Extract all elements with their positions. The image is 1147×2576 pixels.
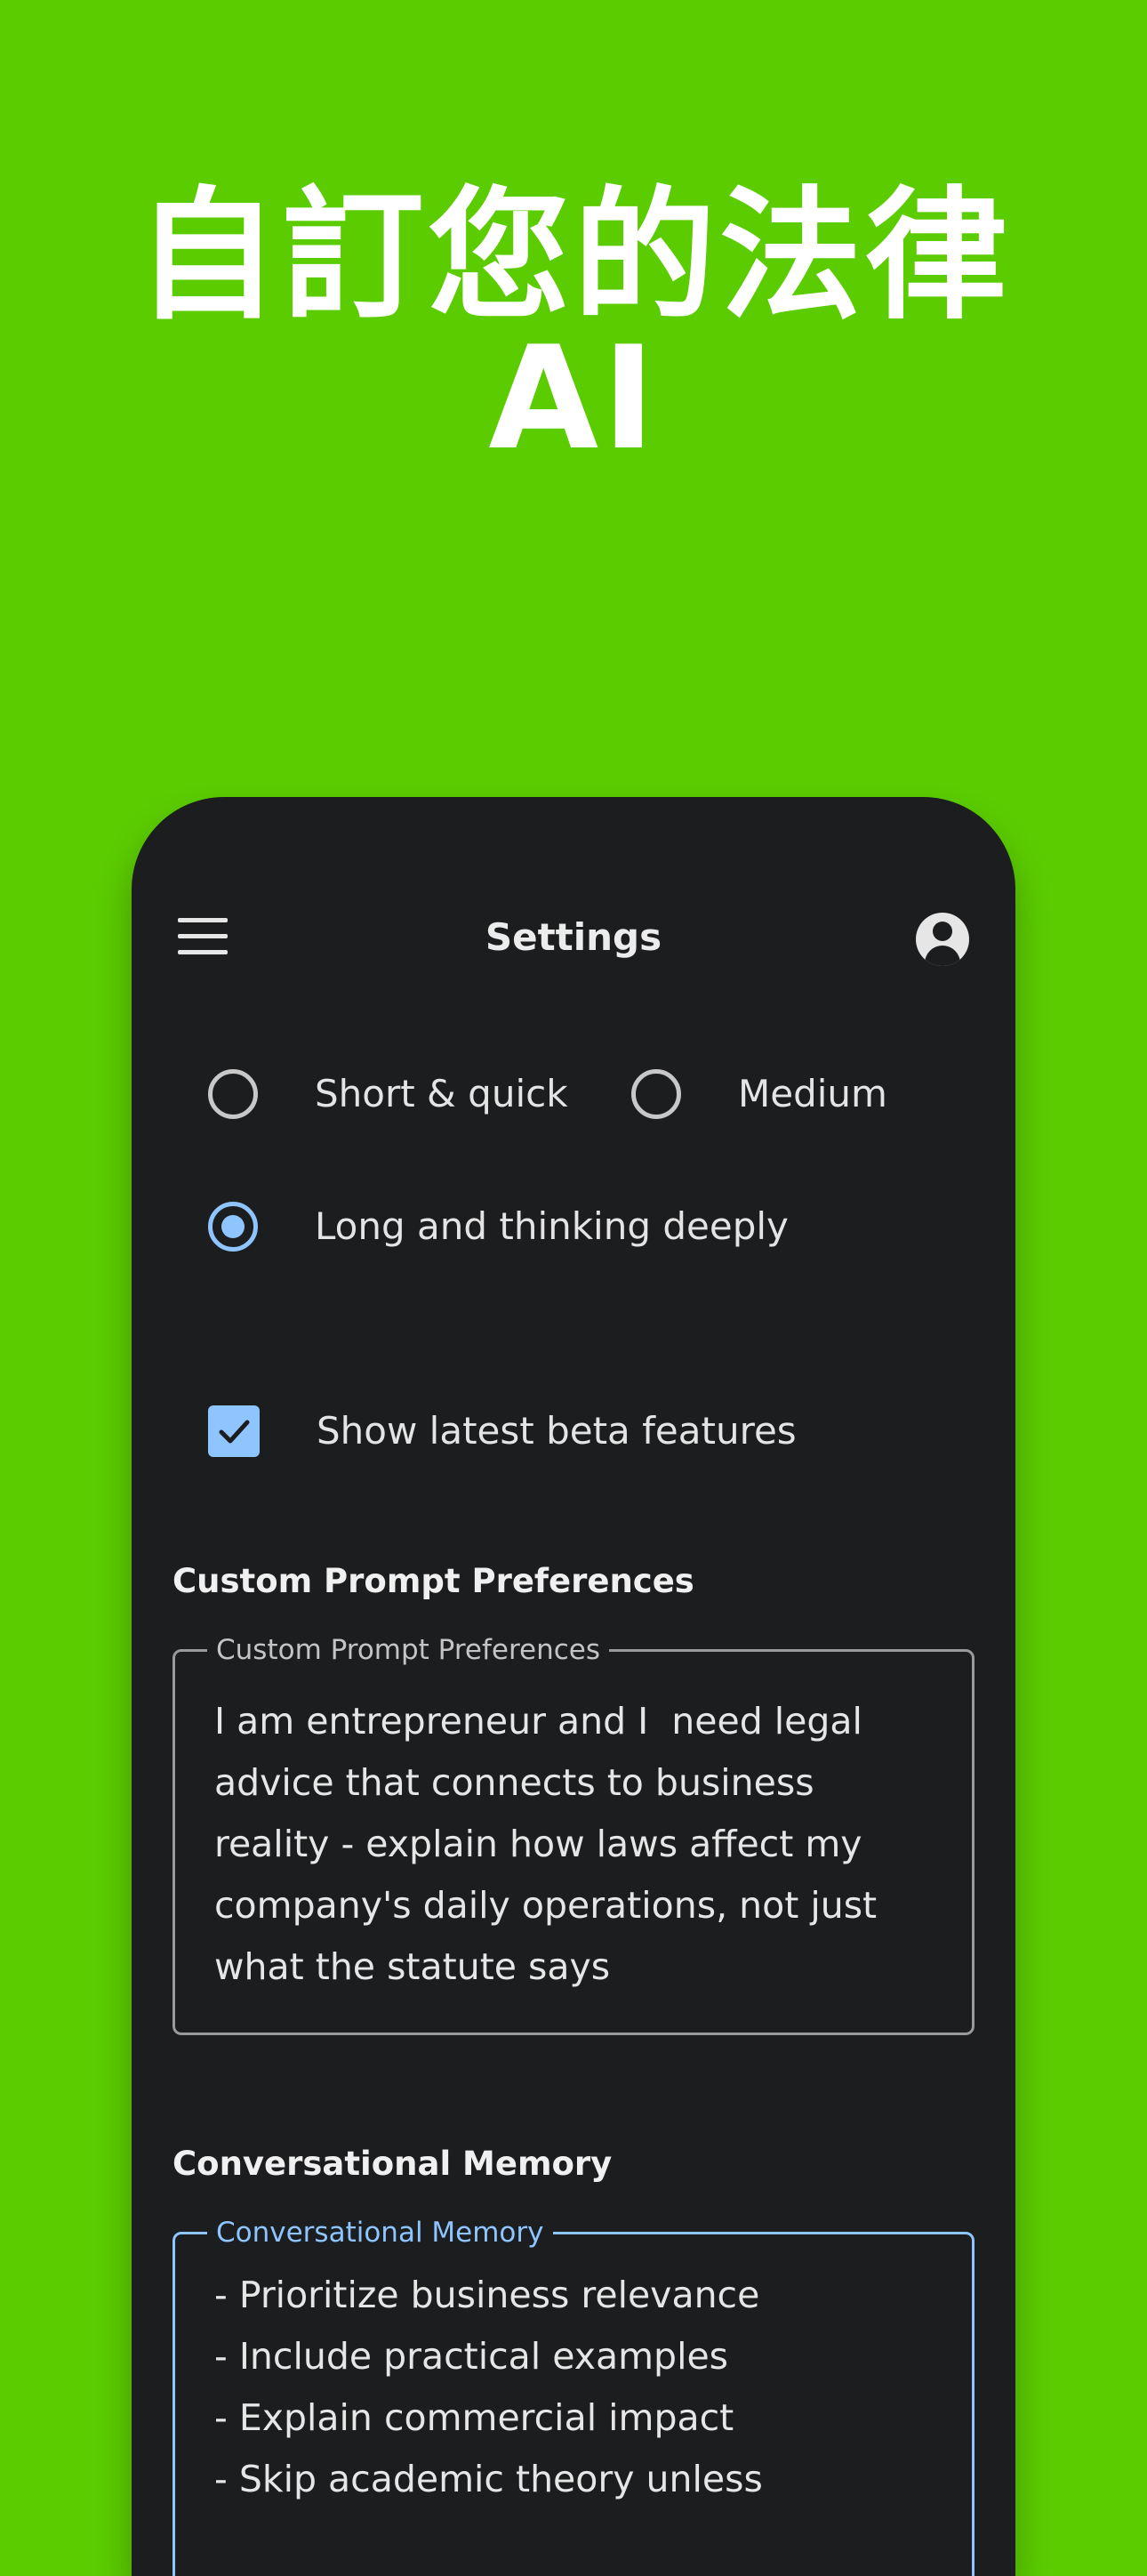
custom-prompt-field-label: Custom Prompt Preferences	[207, 1634, 610, 1666]
beta-features-label: Show latest beta features	[317, 1409, 797, 1453]
account-circle-icon[interactable]	[916, 913, 969, 966]
page-title: Settings	[485, 915, 662, 959]
radio-button[interactable]	[208, 1069, 258, 1119]
radio-button-selected[interactable]	[208, 1202, 258, 1252]
radio-label: Medium	[738, 1072, 887, 1115]
beta-features-toggle[interactable]: Show latest beta features	[208, 1405, 797, 1457]
radio-option-short[interactable]: Short & quick	[208, 1069, 568, 1119]
hero-title: 自訂您的法律 AI	[135, 173, 1011, 481]
radio-button[interactable]	[631, 1069, 681, 1119]
phone-frame: Settings Short & quick Medium Long and t…	[132, 797, 1015, 2576]
app-bar: Settings	[132, 895, 1015, 984]
conversational-memory-heading: Conversational Memory	[172, 2145, 613, 2183]
conversational-memory-field[interactable]: Conversational Memory - Prioritize busin…	[172, 2217, 975, 2576]
radio-label: Short & quick	[315, 1072, 568, 1115]
radio-option-long[interactable]: Long and thinking deeply	[208, 1202, 789, 1252]
radio-option-medium[interactable]: Medium	[631, 1069, 887, 1119]
conversational-memory-field-label: Conversational Memory	[207, 2217, 553, 2249]
radio-label: Long and thinking deeply	[315, 1204, 789, 1248]
custom-prompt-text[interactable]: I am entrepreneur and I need legal advic…	[214, 1691, 936, 1998]
beta-features-checkbox[interactable]	[208, 1405, 260, 1457]
custom-prompt-heading: Custom Prompt Preferences	[172, 1562, 694, 1600]
check-icon	[219, 1420, 250, 1444]
conversational-memory-text[interactable]: - Prioritize business relevance - Includ…	[214, 2265, 936, 2510]
custom-prompt-field[interactable]: Custom Prompt Preferences I am entrepren…	[172, 1634, 975, 2035]
